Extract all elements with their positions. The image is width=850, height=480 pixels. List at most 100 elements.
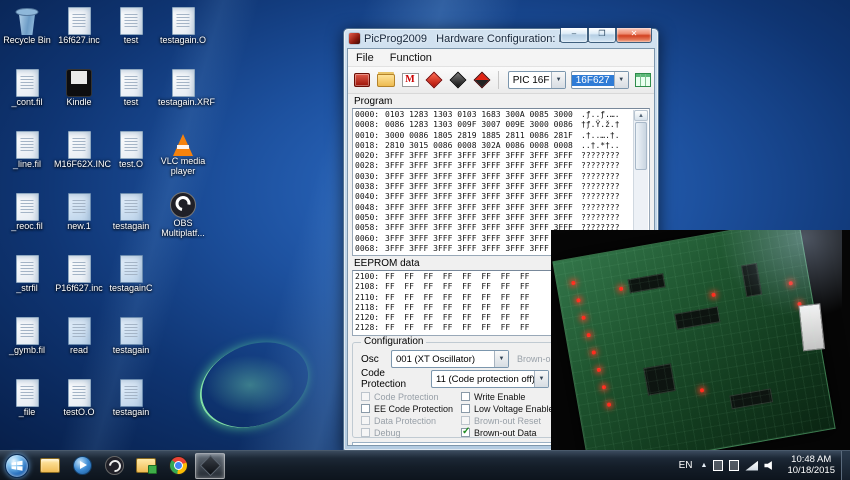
hex-values: 3FFF 3FFF 3FFF 3FFF 3FFF 3FFF 3FFF 3FFF: [385, 182, 573, 192]
desktop-icon[interactable]: testagain: [106, 377, 156, 425]
desktop-icon-label: _gymb.fil: [8, 345, 45, 355]
desktop-icon[interactable]: new.1: [54, 191, 104, 239]
window-titlebar[interactable]: PicProg2009 Hardware Configuration: K804…: [347, 28, 655, 48]
checkbox-box[interactable]: [361, 416, 370, 425]
maximize-button[interactable]: ❐: [588, 28, 616, 43]
desktop-icon[interactable]: testO.O: [54, 377, 104, 425]
desktop-icon-label: testagainC: [109, 283, 153, 293]
desktop-icon-label: _strfil: [16, 283, 38, 293]
data-table-icon[interactable]: [635, 69, 651, 91]
config-checkbox[interactable]: Code Protection: [361, 391, 461, 402]
device-select[interactable]: 16F627 ▼: [570, 71, 629, 89]
scroll-up-icon[interactable]: ▲: [634, 110, 648, 121]
desktop-icon[interactable]: _gymb.fil: [2, 315, 52, 363]
microchip-icon[interactable]: [399, 69, 421, 91]
config-checkbox[interactable]: Write Enable: [461, 391, 561, 402]
clock[interactable]: 10:48 AM 10/18/2015: [779, 454, 841, 477]
verify-device-icon[interactable]: [471, 69, 493, 91]
menu-item[interactable]: Function: [382, 51, 440, 65]
checkbox-box[interactable]: [361, 392, 370, 401]
hex-ascii: ????????: [581, 161, 620, 171]
hex-address: 2128:: [355, 323, 380, 333]
dropdown-arrow-icon[interactable]: ▼: [551, 72, 565, 88]
taskbar-picprog[interactable]: [195, 452, 225, 479]
hex-ascii: †ƒ.Ÿ.ž.†: [581, 120, 620, 130]
desktop-icon[interactable]: _file: [2, 377, 52, 425]
desktop-icon[interactable]: testagain.XRF: [158, 67, 215, 115]
hardware-config-icon[interactable]: [351, 69, 373, 91]
config-checkbox[interactable]: Data Protection: [361, 415, 461, 426]
desktop-icon[interactable]: testagain: [106, 191, 156, 239]
desktop-icon[interactable]: Recycle Bin: [2, 5, 52, 53]
taskbar-explorer[interactable]: [35, 453, 65, 479]
taskbar-media-player[interactable]: [67, 453, 97, 479]
menu-item[interactable]: File: [348, 51, 382, 65]
code-protection-select[interactable]: 11 (Code protection off) ▼: [431, 370, 549, 388]
desktop-icon[interactable]: testagain: [106, 315, 156, 363]
desktop-icon[interactable]: P16f627.inc: [54, 253, 104, 301]
dropdown-arrow-icon[interactable]: ▼: [534, 371, 548, 387]
desktop-icon[interactable]: _reoc.fil: [2, 191, 52, 239]
checkbox-box[interactable]: [461, 426, 470, 437]
read-device-icon[interactable]: [447, 69, 469, 91]
checkbox-column-left: Code Protection EE Code Protection Data …: [361, 391, 461, 439]
clock-date: 10/18/2015: [787, 464, 835, 476]
desktop-icon[interactable]: VLC media player: [158, 129, 208, 177]
volume-icon[interactable]: [764, 461, 772, 470]
checkbox-label: Brown-out Reset: [474, 415, 542, 426]
minimize-button[interactable]: –: [560, 28, 588, 43]
checkbox-box[interactable]: [461, 416, 470, 425]
checkbox-box[interactable]: [461, 404, 470, 413]
app-icon: [199, 454, 221, 477]
config-checkbox[interactable]: Debug: [361, 427, 461, 438]
show-desktop-button[interactable]: [841, 451, 850, 480]
hidden-icons-arrow-icon[interactable]: ▲: [698, 462, 711, 469]
close-button[interactable]: ✕: [616, 28, 652, 43]
desktop-icon[interactable]: testagainC: [106, 253, 156, 301]
checkbox-box[interactable]: [361, 404, 370, 413]
device-family-select[interactable]: PIC 16F ▼: [507, 71, 566, 89]
desktop-icon-label: Kindle: [66, 97, 92, 107]
hex-address: 0068:: [355, 243, 380, 253]
checkbox-box[interactable]: [361, 428, 370, 437]
desktop-icon[interactable]: _line.fil: [2, 129, 52, 177]
dropdown-arrow-icon[interactable]: ▼: [613, 72, 628, 88]
desktop-icon[interactable]: OBS Multiplatf...: [158, 191, 208, 239]
desktop-icon[interactable]: read: [54, 315, 104, 363]
osc-value: 001 (XT Oscillator): [396, 353, 476, 365]
desktop-icon[interactable]: test.O: [106, 129, 156, 177]
hex-row: 0050: 3FFF 3FFF 3FFF 3FFF 3FFF 3FFF 3FFF…: [355, 213, 633, 223]
dropdown-arrow-icon[interactable]: ▼: [494, 351, 508, 367]
config-checkbox[interactable]: EE Code Protection: [361, 403, 461, 414]
action-center-icon[interactable]: [713, 460, 724, 471]
hex-row: 0000: 0103 1283 1303 0103 1683 300A 0085…: [355, 110, 633, 120]
osc-select[interactable]: 001 (XT Oscillator) ▼: [391, 350, 509, 368]
desktop-icon[interactable]: 16f627.inc: [54, 5, 104, 53]
file-icon: [54, 315, 104, 345]
desktop-icon[interactable]: Kindle: [54, 67, 104, 115]
desktop-icon[interactable]: _strfil: [2, 253, 52, 301]
power-icon[interactable]: [729, 460, 740, 471]
desktop-icon[interactable]: _cont.fil: [2, 67, 52, 115]
menu-bar: File Function: [348, 49, 654, 67]
file-icon: [106, 253, 156, 283]
scrollbar-thumb[interactable]: [635, 122, 647, 170]
config-checkbox[interactable]: Brown-out Data: [461, 426, 561, 438]
language-indicator[interactable]: EN: [674, 460, 698, 471]
taskbar-chrome[interactable]: [163, 453, 193, 479]
config-checkbox[interactable]: Brown-out Reset: [461, 415, 561, 426]
program-device-icon[interactable]: [423, 69, 445, 91]
desktop-icon[interactable]: test: [106, 67, 156, 115]
desktop-icon[interactable]: M16F62X.INC: [54, 129, 111, 177]
taskbar-obs[interactable]: [99, 453, 129, 479]
config-checkbox[interactable]: Low Voltage Enable: [461, 403, 561, 414]
network-icon[interactable]: [745, 460, 759, 471]
hex-ascii: ..†.*†..: [581, 140, 620, 150]
hex-row: 0030: 3FFF 3FFF 3FFF 3FFF 3FFF 3FFF 3FFF…: [355, 172, 633, 182]
start-button[interactable]: [0, 451, 34, 480]
checkbox-box[interactable]: [461, 392, 470, 401]
desktop-icon[interactable]: testagain.O: [158, 5, 208, 53]
open-file-icon[interactable]: [375, 69, 397, 91]
desktop-icon[interactable]: test: [106, 5, 156, 53]
taskbar-documents-folder[interactable]: [131, 453, 161, 479]
